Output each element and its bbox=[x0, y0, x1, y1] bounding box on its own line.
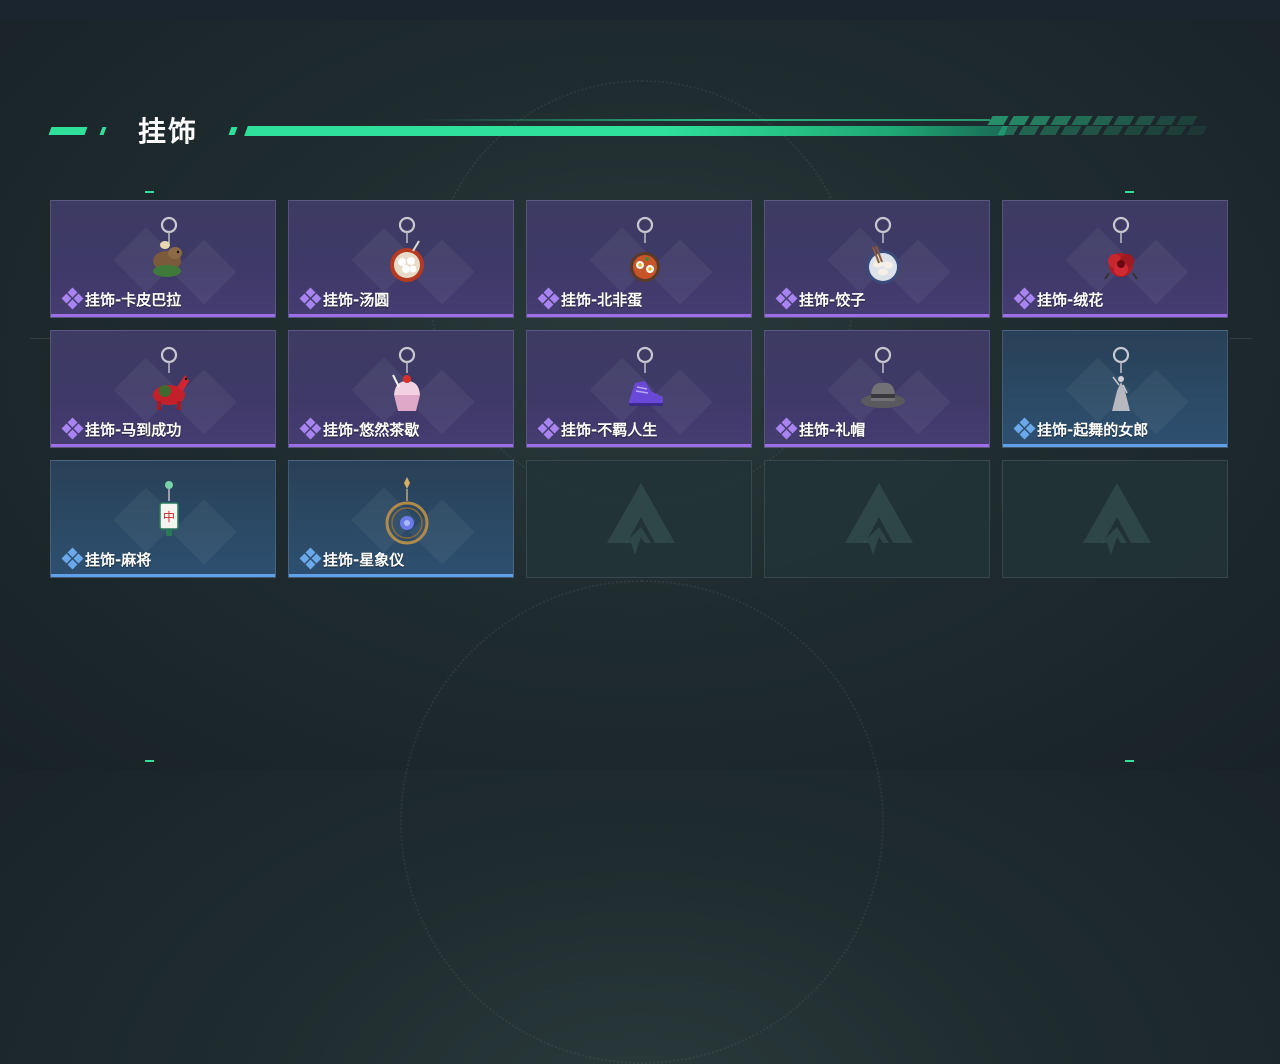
background-ring bbox=[400, 580, 884, 1064]
checker-square bbox=[1018, 126, 1040, 135]
rarity-stripe bbox=[527, 444, 751, 447]
checker-square bbox=[997, 126, 1019, 135]
charm-card[interactable]: 挂饰-不羁人生 bbox=[526, 330, 752, 448]
charm-card[interactable]: 挂饰-马到成功 bbox=[50, 330, 276, 448]
rarity-diamond-icon bbox=[61, 547, 84, 570]
rarity-diamond-icon bbox=[299, 547, 322, 570]
rarity-stripe bbox=[1003, 444, 1227, 447]
header-accent-bar bbox=[244, 126, 1008, 136]
rarity-diamond-icon bbox=[537, 417, 560, 440]
rarity-stripe bbox=[765, 444, 989, 447]
rarity-stripe bbox=[289, 444, 513, 447]
empty-slot[interactable] bbox=[1002, 460, 1228, 578]
placeholder-logo-icon bbox=[1083, 483, 1151, 555]
checker-square bbox=[987, 116, 1009, 125]
header-accent-dash bbox=[48, 127, 88, 135]
charm-card[interactable]: 挂饰-北非蛋 bbox=[526, 200, 752, 318]
placeholder-logo-icon bbox=[607, 483, 675, 555]
charm-card[interactable]: 挂饰-起舞的女郎 bbox=[1002, 330, 1228, 448]
header-thin-line bbox=[420, 119, 990, 121]
rarity-diamond-icon bbox=[299, 287, 322, 310]
section-header: 挂饰 bbox=[0, 100, 1280, 160]
rarity-diamond-icon bbox=[61, 287, 84, 310]
checker-square bbox=[1155, 116, 1177, 125]
rarity-diamond-icon bbox=[1013, 417, 1036, 440]
checker-square bbox=[1176, 116, 1198, 125]
charm-name: 挂饰-星象仪 bbox=[323, 551, 405, 569]
svg-text:中: 中 bbox=[163, 509, 175, 524]
charm-name: 挂饰-悠然茶歇 bbox=[323, 421, 420, 439]
checker-square bbox=[1186, 126, 1208, 135]
checker-square bbox=[1113, 116, 1135, 125]
rarity-stripe bbox=[289, 574, 513, 577]
corner-tick bbox=[1125, 760, 1134, 762]
checker-square bbox=[1060, 126, 1082, 135]
charm-name: 挂饰-饺子 bbox=[799, 291, 866, 309]
checker-square bbox=[1165, 126, 1187, 135]
charm-card[interactable]: 中 挂饰-麻将 bbox=[50, 460, 276, 578]
rarity-stripe bbox=[527, 314, 751, 317]
charm-name: 挂饰-不羁人生 bbox=[561, 421, 658, 439]
charm-card[interactable]: 挂饰-星象仪 bbox=[288, 460, 514, 578]
rarity-diamond-icon bbox=[299, 417, 322, 440]
checker-square bbox=[1144, 126, 1166, 135]
header-accent-dash bbox=[228, 127, 238, 135]
rarity-stripe bbox=[51, 314, 275, 317]
rarity-stripe bbox=[51, 444, 275, 447]
charm-card[interactable]: 挂饰-汤圆 bbox=[288, 200, 514, 318]
rarity-stripe bbox=[1003, 314, 1227, 317]
charm-name: 挂饰-马到成功 bbox=[85, 421, 182, 439]
rarity-stripe bbox=[289, 314, 513, 317]
empty-slot[interactable] bbox=[764, 460, 990, 578]
charm-name: 挂饰-汤圆 bbox=[323, 291, 390, 309]
charm-grid: 挂饰-卡皮巴拉 挂饰-汤圆 挂饰-北非蛋 挂饰-饺子 挂饰-绒花 挂饰-马到成功… bbox=[50, 200, 1230, 580]
checker-square bbox=[1134, 116, 1156, 125]
charm-name: 挂饰-卡皮巴拉 bbox=[85, 291, 182, 309]
charm-name: 挂饰-麻将 bbox=[85, 551, 152, 569]
charm-name: 挂饰-起舞的女郎 bbox=[1037, 421, 1149, 439]
rarity-diamond-icon bbox=[775, 287, 798, 310]
corner-tick bbox=[145, 760, 154, 762]
charm-card[interactable]: 挂饰-礼帽 bbox=[764, 330, 990, 448]
empty-slot[interactable] bbox=[526, 460, 752, 578]
checker-square bbox=[1039, 126, 1061, 135]
charm-name: 挂饰-绒花 bbox=[1037, 291, 1104, 309]
charm-card[interactable]: 挂饰-绒花 bbox=[1002, 200, 1228, 318]
rarity-stripe bbox=[765, 314, 989, 317]
checker-square bbox=[1123, 126, 1145, 135]
rarity-diamond-icon bbox=[1013, 287, 1036, 310]
charm-name: 挂饰-北非蛋 bbox=[561, 291, 643, 309]
charm-card[interactable]: 挂饰-悠然茶歇 bbox=[288, 330, 514, 448]
section-title: 挂饰 bbox=[138, 115, 199, 148]
rarity-diamond-icon bbox=[537, 287, 560, 310]
side-line-left bbox=[30, 338, 50, 339]
side-line-right bbox=[1230, 338, 1252, 339]
header-checker-pattern bbox=[987, 116, 1208, 136]
checker-square bbox=[1102, 126, 1124, 135]
rarity-stripe bbox=[51, 574, 275, 577]
placeholder-logo-icon bbox=[845, 483, 913, 555]
checker-square bbox=[1071, 116, 1093, 125]
corner-tick bbox=[145, 191, 154, 193]
charm-card[interactable]: 挂饰-卡皮巴拉 bbox=[50, 200, 276, 318]
corner-tick bbox=[1125, 191, 1134, 193]
checker-square bbox=[1092, 116, 1114, 125]
charm-card[interactable]: 挂饰-饺子 bbox=[764, 200, 990, 318]
charm-name: 挂饰-礼帽 bbox=[799, 421, 866, 439]
header-accent-dash bbox=[99, 127, 107, 135]
top-band bbox=[0, 0, 1280, 20]
checker-square bbox=[1008, 116, 1030, 125]
checker-square bbox=[1029, 116, 1051, 125]
rarity-diamond-icon bbox=[775, 417, 798, 440]
checker-square bbox=[1050, 116, 1072, 125]
rarity-diamond-icon bbox=[61, 417, 84, 440]
checker-square bbox=[1081, 126, 1103, 135]
